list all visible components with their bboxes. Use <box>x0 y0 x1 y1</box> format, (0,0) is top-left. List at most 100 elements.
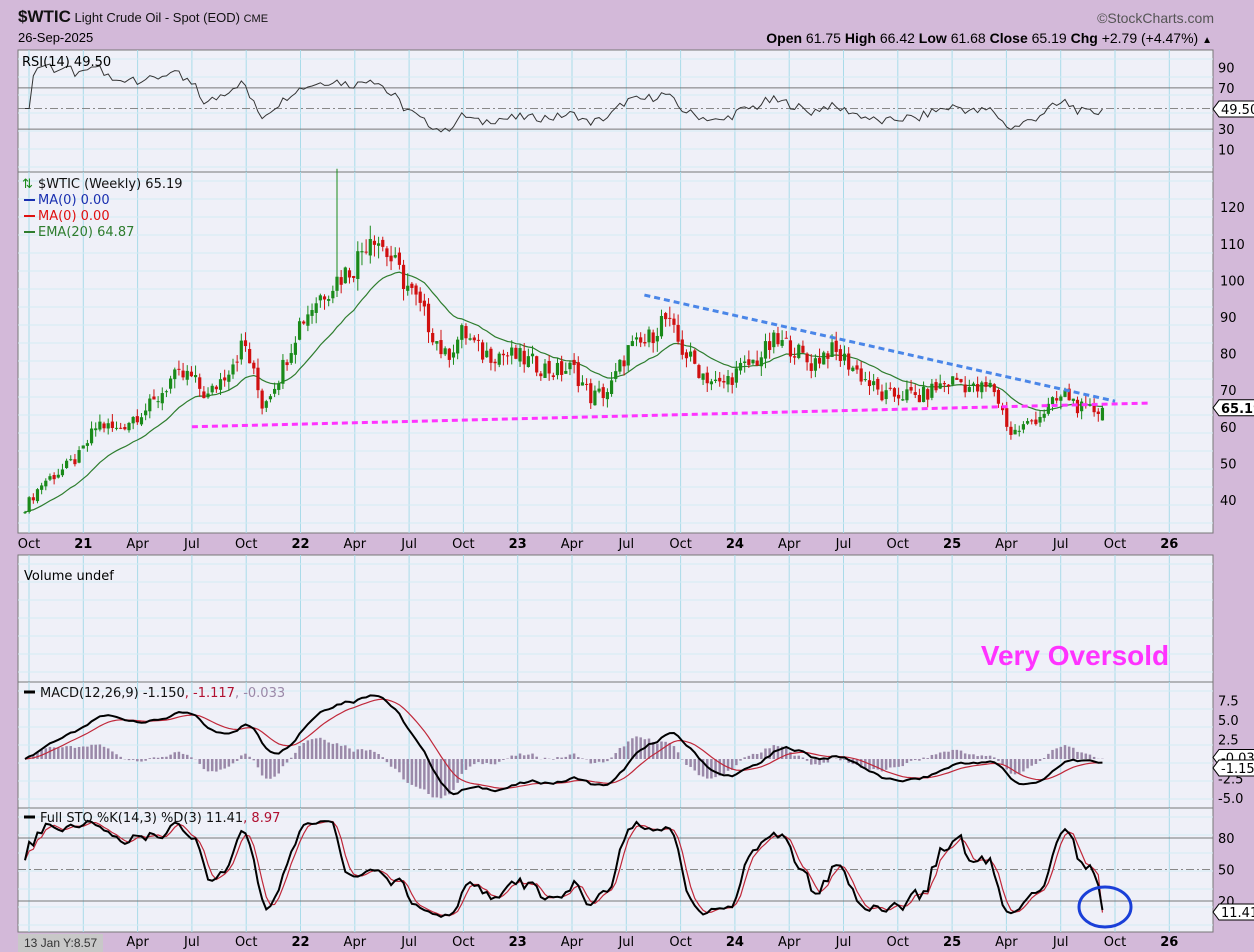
candle-body <box>872 381 876 386</box>
candle-body <box>114 427 119 429</box>
very-oversold-annotation: Very Oversold <box>981 640 1169 671</box>
candle-body <box>514 347 518 359</box>
candle-body <box>173 369 177 380</box>
candle-body <box>439 340 443 355</box>
candle-body <box>339 277 343 285</box>
candle-body <box>185 370 189 380</box>
candle-body <box>414 285 418 295</box>
candle-body <box>801 345 805 353</box>
candle-body <box>705 372 709 384</box>
candle-body <box>169 378 173 389</box>
x-tick-label: 22 <box>291 537 309 552</box>
candle-body <box>655 335 659 342</box>
candle-body <box>268 396 273 400</box>
candle-body <box>189 371 193 377</box>
price-axis-label: 60 <box>1220 421 1237 436</box>
x-tick-label: Apr <box>126 935 149 950</box>
candle-body <box>218 379 223 390</box>
candle-icon: ⇅ <box>22 177 33 192</box>
candle-body <box>364 251 368 253</box>
candle-body <box>776 333 780 345</box>
candle-body <box>851 367 855 372</box>
candle-body <box>597 388 601 392</box>
candle-body <box>1100 407 1105 421</box>
candle-body <box>139 417 144 425</box>
price-axis-label: 110 <box>1220 238 1245 253</box>
candle-body <box>551 375 555 377</box>
candle-body <box>693 350 697 364</box>
candle-body <box>327 299 331 301</box>
candle-body <box>343 267 347 284</box>
candle-body <box>393 255 397 258</box>
candle-body <box>44 480 48 487</box>
candle-body <box>505 355 510 357</box>
candle-body <box>202 391 206 399</box>
candle-body <box>318 295 322 301</box>
candle-body <box>672 318 676 325</box>
ma1-legend: MA(0) 0.00 <box>38 193 110 208</box>
x-tick-label: Jul <box>1052 935 1069 950</box>
candle-body <box>730 377 734 385</box>
rsi-legend: RSI(14) 49.50 <box>22 55 111 70</box>
candle-body <box>522 350 526 365</box>
candle-body <box>331 290 335 299</box>
price-axis-label: 120 <box>1220 201 1245 216</box>
candle-body <box>580 382 585 386</box>
candle-body <box>31 497 35 501</box>
price-axis-label: 70 <box>1220 384 1237 399</box>
candle-body <box>1009 426 1013 435</box>
candle-body <box>768 341 772 350</box>
x-tick-label: Oct <box>887 537 909 552</box>
candle-body <box>651 332 655 344</box>
candle-body <box>842 353 847 361</box>
panel-rsi <box>17 49 1214 173</box>
candle-body <box>181 370 185 378</box>
candle-body <box>94 428 98 431</box>
candle-body <box>497 353 501 365</box>
candle-body <box>131 417 135 424</box>
candle-body <box>680 339 684 355</box>
candle-body <box>880 391 884 401</box>
candle-body <box>747 359 751 365</box>
candle-body <box>418 291 422 303</box>
x-tick-label: Jul <box>617 935 634 950</box>
chart-canvas[interactable]: Oct 21 Apr Jul Oct 22 Apr Jul Oct 23 Apr Jul Oct 24 Ap… <box>0 0 1254 951</box>
candle-body <box>867 380 872 387</box>
candle-body <box>793 356 797 358</box>
candle-body <box>89 428 94 444</box>
candle-body <box>464 326 468 339</box>
hover-readout: 13 Jan Y:8.57 <box>18 934 104 952</box>
macd-last-tag-text: -1.150 <box>1221 762 1254 777</box>
x-tick-label: 24 <box>726 537 744 552</box>
x-tick-label: Apr <box>778 935 801 950</box>
candle-body <box>352 276 356 278</box>
candle-body <box>81 445 85 449</box>
candle-body <box>788 340 793 357</box>
candle-body <box>967 387 971 392</box>
x-tick-label: Apr <box>344 935 367 950</box>
candle-body <box>135 416 139 423</box>
candle-body <box>239 340 243 360</box>
candle-body <box>568 362 572 370</box>
candle-body <box>930 383 934 398</box>
candle-body <box>127 422 131 431</box>
candle-body <box>310 310 314 316</box>
candle-body <box>938 383 942 389</box>
candle-body <box>510 347 514 356</box>
candle-body <box>422 300 426 307</box>
candle-body <box>460 325 464 340</box>
x-tick-label: Oct <box>887 935 909 950</box>
candle-body <box>530 353 535 357</box>
candle-body <box>489 348 493 363</box>
candle-body <box>984 382 988 387</box>
candle-body <box>859 368 863 382</box>
candle-body <box>555 362 560 376</box>
candle-body <box>697 365 701 378</box>
macd-axis-label: 2.5 <box>1218 734 1239 749</box>
candle-body <box>1038 416 1042 423</box>
x-tick-label: Apr <box>561 537 584 552</box>
candle-body <box>980 382 984 393</box>
volume-legend: Volume undef <box>24 569 114 584</box>
rsi-axis-label: 90 <box>1218 61 1235 76</box>
candle-body <box>210 385 214 393</box>
